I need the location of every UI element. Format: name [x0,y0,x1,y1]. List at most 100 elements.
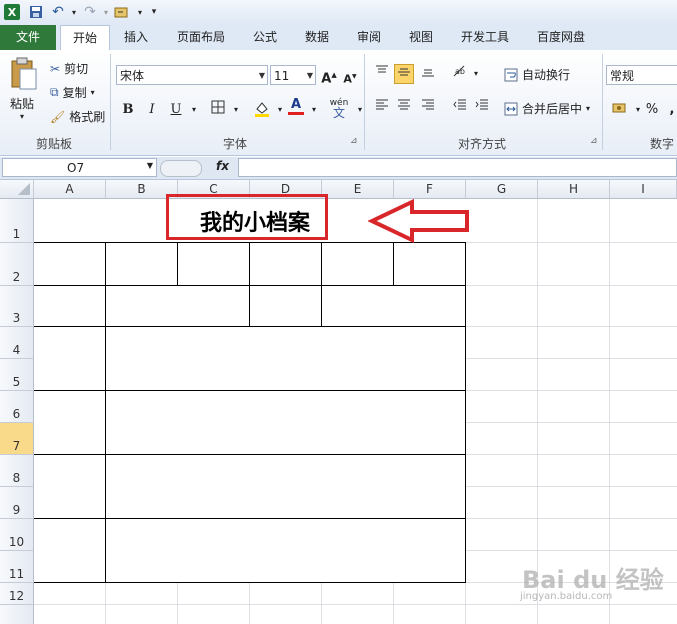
cell[interactable] [34,286,105,326]
font-name-value: 宋体 [120,69,145,83]
copy-button[interactable]: ⧉ 复制 ▾ [50,84,95,101]
phonetic-dropdown-icon[interactable]: ▾ [350,100,370,120]
borders-icon[interactable] [208,100,228,120]
merge-center-button[interactable]: 合并后居中 ▾ [504,100,590,117]
row-header[interactable]: 5 [0,359,34,391]
percent-style-button[interactable]: % [642,100,662,120]
merged-cell[interactable] [106,327,466,390]
row-header[interactable] [0,605,34,624]
row-header[interactable]: 8 [0,455,34,487]
ribbon-tabs: 文件 开始 插入 页面布局 公式 数据 审阅 视图 开发工具 百度网盘 [0,25,677,51]
row-header[interactable]: 4 [0,327,34,359]
svg-text:ab: ab [455,67,465,76]
tab-baidu-netdisk[interactable]: 百度网盘 [526,25,596,50]
font-color-dropdown-icon[interactable]: ▾ [304,100,324,120]
merged-cell[interactable] [106,519,466,582]
column-header[interactable]: E [322,180,394,199]
borders-dropdown-icon[interactable]: ▾ [226,100,246,120]
font-group-label: 字体 [222,137,247,151]
insert-function-button[interactable]: fx [216,159,229,173]
font-color-icon[interactable]: A [286,98,306,118]
undo-icon[interactable]: ↶ [50,4,66,20]
tab-developer[interactable]: 开发工具 [450,25,520,50]
tab-file[interactable]: 文件 [0,25,56,50]
merged-cell[interactable] [34,391,105,454]
chevron-down-icon[interactable]: ▼ [147,161,153,170]
increase-indent-icon[interactable] [472,98,492,118]
merged-cell[interactable] [106,391,466,454]
chevron-down-icon[interactable]: ▼ [259,66,265,86]
tab-insert[interactable]: 插入 [112,25,160,50]
merged-cell[interactable] [106,286,249,326]
fill-color-icon[interactable] [252,100,272,120]
column-header[interactable]: I [610,180,677,199]
align-bottom-icon[interactable] [418,64,438,84]
undo-dropdown-icon[interactable]: ▾ [66,4,82,20]
merged-cell[interactable] [34,455,105,518]
formula-input[interactable] [238,158,677,177]
paste-icon[interactable] [8,56,42,92]
select-all-button[interactable] [0,180,34,199]
shrink-font-icon[interactable]: A▼ [340,67,360,87]
decrease-indent-icon[interactable] [450,98,470,118]
row-header[interactable]: 9 [0,487,34,519]
custom-tool-icon[interactable] [114,4,130,20]
row-header[interactable]: 12 [0,583,34,605]
wrap-text-button[interactable]: 自动换行 [504,66,570,83]
number-format-combo[interactable]: 常规 [606,65,677,85]
font-size-combo[interactable]: 11 ▼ [270,65,316,85]
merged-cell[interactable] [322,286,465,326]
accounting-format-icon[interactable] [610,100,630,120]
formula-bar-divider[interactable] [160,160,202,177]
save-icon[interactable] [28,4,44,20]
column-header[interactable]: G [466,180,538,199]
copy-dropdown-icon[interactable]: ▾ [91,88,95,97]
align-center-icon[interactable] [394,98,414,118]
alignment-dialog-launcher-icon[interactable]: ⊿ [590,136,598,146]
orientation-dropdown-icon[interactable]: ▾ [466,64,486,84]
chevron-down-icon[interactable]: ▼ [307,66,313,86]
row-header[interactable]: 1 [0,199,34,243]
italic-button[interactable]: I [142,100,162,120]
format-painter-button[interactable]: 🖌 格式刷 [50,108,105,125]
underline-dropdown-icon[interactable]: ▾ [184,100,204,120]
row-header[interactable]: 6 [0,391,34,423]
grow-font-icon[interactable]: A▲ [319,65,339,86]
column-header[interactable]: A [34,180,106,199]
merge-dropdown-icon[interactable]: ▾ [586,104,590,113]
cell[interactable] [250,286,321,326]
underline-button[interactable]: U [166,100,186,120]
row-header[interactable]: 10 [0,519,34,551]
merged-cell[interactable] [34,327,105,390]
align-left-icon[interactable] [372,98,392,118]
tab-home[interactable]: 开始 [60,25,110,51]
phonetic-guide-icon[interactable]: wén 文 [326,98,352,119]
font-dialog-launcher-icon[interactable]: ⊿ [350,136,358,146]
row-header[interactable]: 11 [0,551,34,583]
column-header[interactable]: F [394,180,466,199]
row-header[interactable]: 2 [0,243,34,286]
name-box[interactable]: O7 ▼ [2,158,157,177]
comma-style-icon[interactable]: , [662,100,677,120]
row-header-selected[interactable]: 7 [0,423,34,455]
paste-dropdown-icon[interactable]: ▾ [20,112,24,121]
align-middle-icon[interactable] [394,64,414,84]
merged-cell[interactable] [34,519,105,582]
column-header[interactable]: H [538,180,610,199]
tab-review[interactable]: 审阅 [346,25,392,50]
merged-cell[interactable] [106,455,466,518]
align-top-icon[interactable] [372,64,392,84]
redo-icon[interactable]: ↷ [82,4,98,20]
redo-dropdown-icon[interactable]: ▾ [98,4,114,20]
tab-data[interactable]: 数据 [294,25,340,50]
font-name-combo[interactable]: 宋体 ▼ [116,65,268,85]
cut-button[interactable]: ✂ 剪切 [50,60,88,77]
tab-page-layout[interactable]: 页面布局 [168,25,234,50]
align-right-icon[interactable] [418,98,438,118]
paste-button[interactable]: 粘贴 [10,95,34,112]
row-header[interactable]: 3 [0,286,34,327]
bold-button[interactable]: B [118,100,138,120]
tab-view[interactable]: 视图 [398,25,444,50]
tab-formulas[interactable]: 公式 [242,25,288,50]
customize-qat-icon[interactable]: ▾ [146,4,162,20]
